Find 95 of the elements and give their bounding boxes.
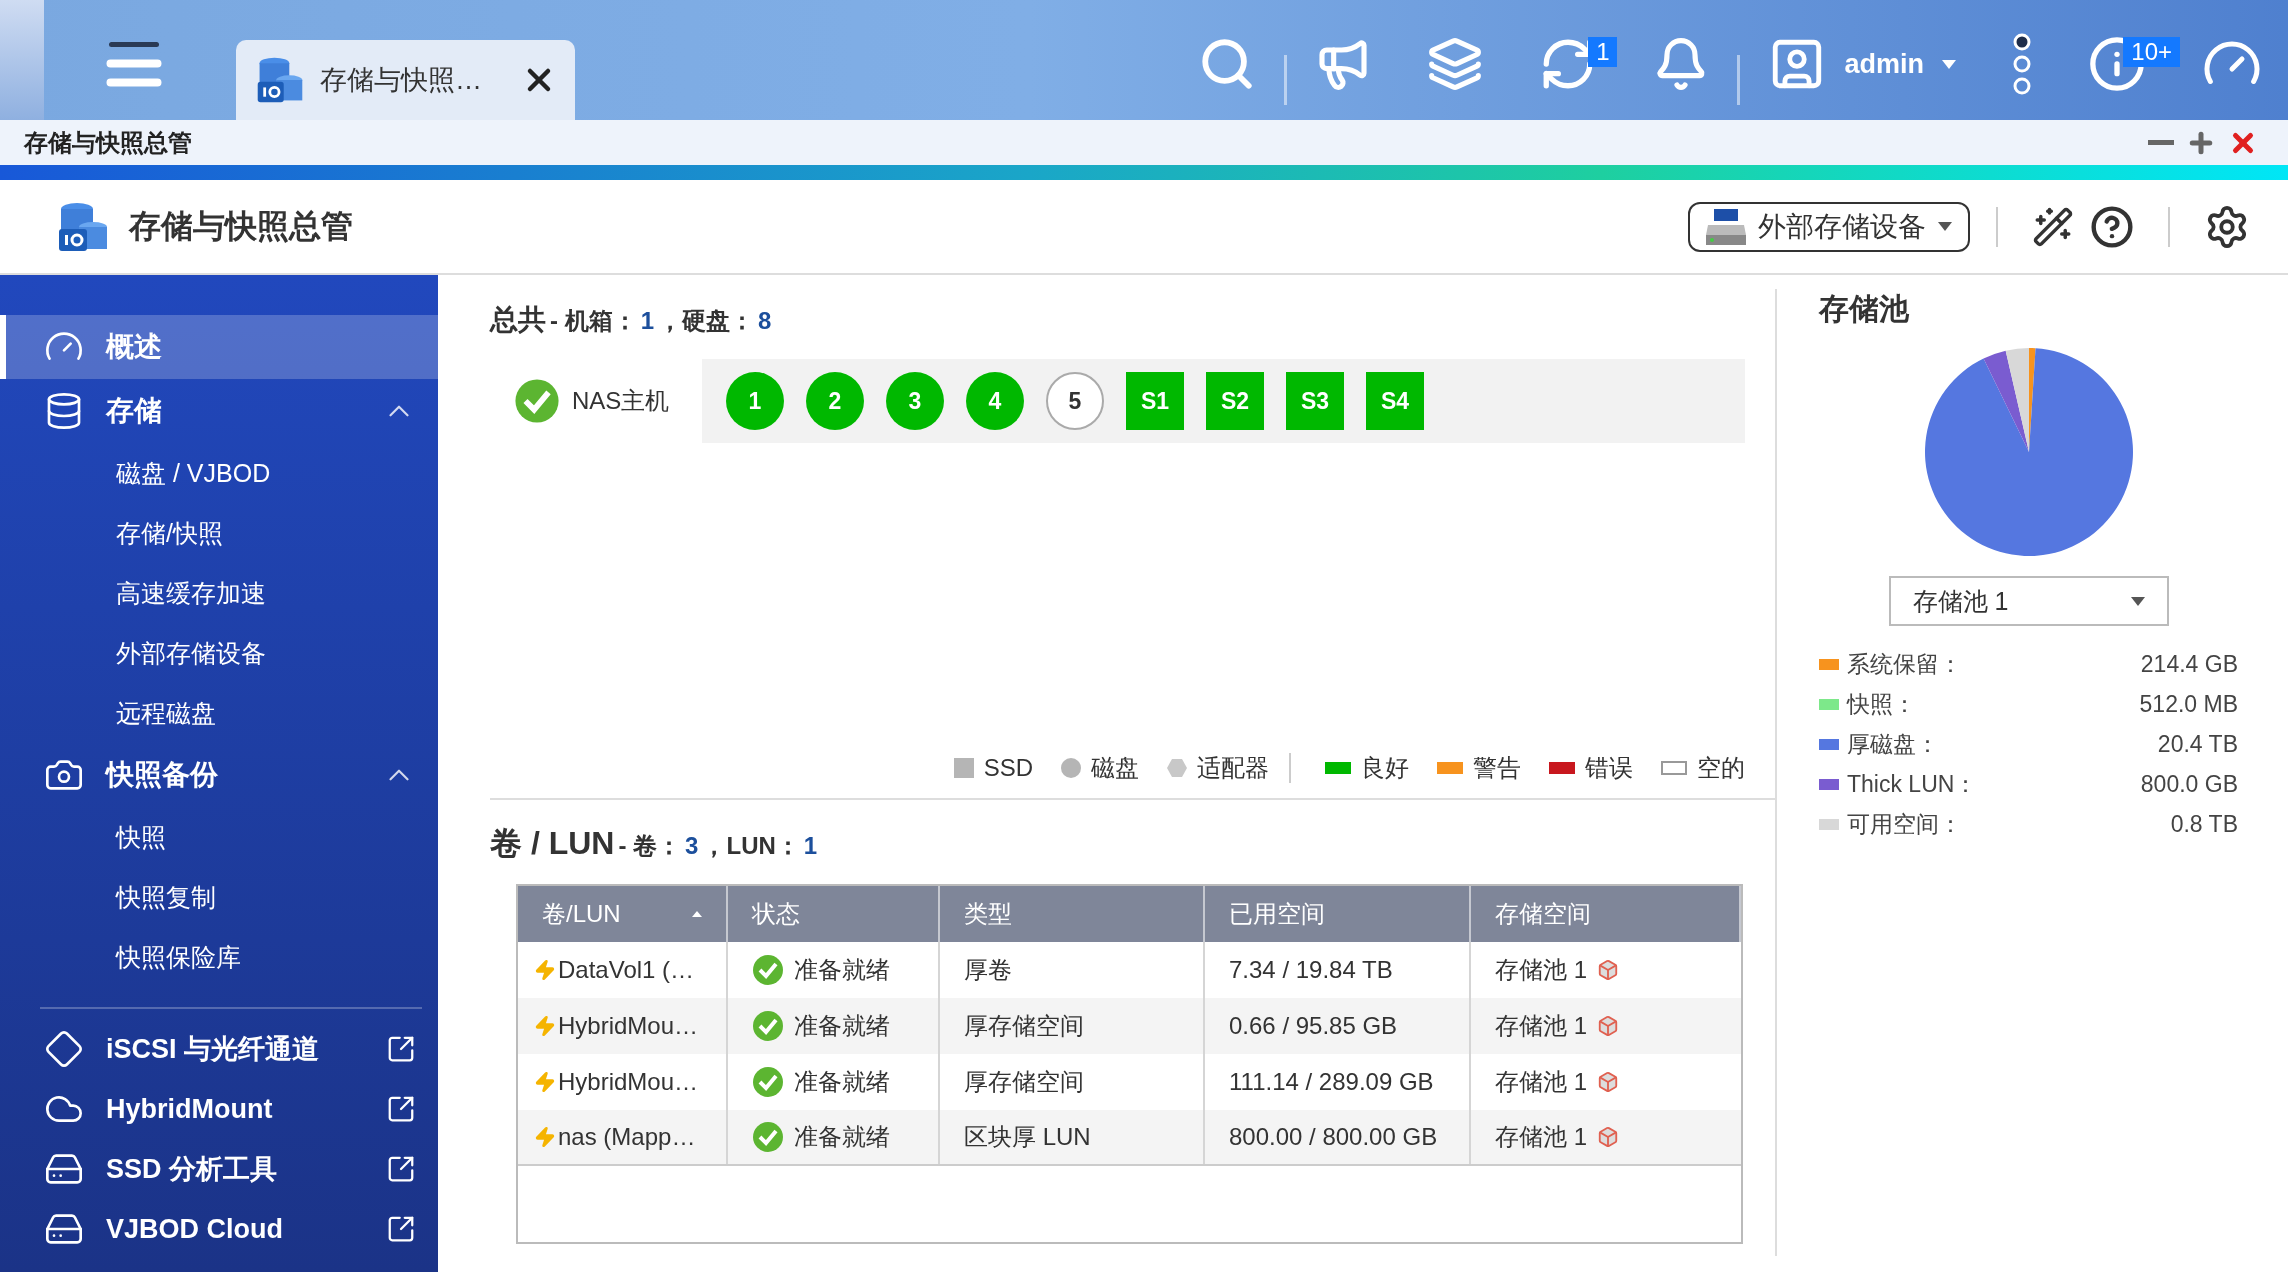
- table-cell: 800.00 / 800.00 GB: [1205, 1110, 1471, 1164]
- window-title: 存储与快照总管: [24, 127, 193, 158]
- table-cell: 区块厚 LUN: [940, 1110, 1205, 1164]
- sidebar-subitem[interactable]: 存储/快照: [0, 503, 438, 563]
- tool-icon: [44, 1029, 84, 1069]
- sidebar-subitem[interactable]: 磁盘 / VJBOD: [0, 443, 438, 503]
- app-tab[interactable]: 存储与快照…: [236, 40, 575, 120]
- lightning-icon: [534, 959, 556, 981]
- disk-slot[interactable]: 5: [1046, 372, 1104, 430]
- help-icon: [2090, 204, 2134, 249]
- legend-value: 0.8 TB: [2170, 810, 2238, 838]
- adapter-legend-icon: [1167, 758, 1187, 778]
- legend-label: 警告: [1473, 753, 1521, 783]
- host-label: NAS主机: [572, 386, 670, 416]
- minimize-icon: [2148, 140, 2174, 145]
- legend-value: 512.0 MB: [2139, 690, 2238, 718]
- layers-icon: [1427, 36, 1484, 92]
- lightning-icon: [534, 1015, 556, 1037]
- caret-icon: [2130, 596, 2145, 606]
- count-value: 1: [803, 832, 818, 860]
- check-icon: [752, 1121, 784, 1153]
- cube-icon: [1597, 959, 1619, 981]
- legend-label: 可用空间：: [1847, 809, 1963, 839]
- wizard-button[interactable]: [2032, 205, 2074, 248]
- cube-icon: [1597, 1015, 1619, 1037]
- table-cell: nas (Mapp…: [518, 1110, 728, 1164]
- sidebar-tool-link[interactable]: HybridMount: [0, 1079, 438, 1139]
- legend-label: SSD: [983, 754, 1033, 782]
- section-title: 总共: [490, 303, 546, 337]
- empty-swatch: [1661, 761, 1687, 775]
- panel-title: 存储池: [1819, 291, 1910, 327]
- wand-icon: [2032, 205, 2074, 248]
- lightning-icon: [534, 1126, 556, 1148]
- count-label: ，硬盘：: [658, 306, 755, 336]
- section-title: 卷 / LUN: [490, 824, 615, 863]
- count-label: ，LUN：: [702, 831, 800, 861]
- external-link-icon: [386, 1094, 416, 1124]
- check-icon: [752, 1010, 784, 1042]
- cube-icon: [1597, 1071, 1619, 1093]
- notification-badge: 1: [1588, 37, 1618, 67]
- more-icon: [2012, 33, 2032, 95]
- table-cell: 准备就绪: [728, 1110, 940, 1164]
- check-icon: [752, 1066, 784, 1098]
- table-cell: 存储池 1: [1471, 998, 1741, 1054]
- external-link-icon: [386, 1154, 416, 1184]
- notification-badge: 10+: [2123, 37, 2180, 67]
- table-cell: 存储池 1: [1471, 1054, 1741, 1110]
- sidebar-tool-link[interactable]: iSCSI 与光纤通道: [0, 1019, 438, 1079]
- caret-icon: [1942, 59, 1956, 69]
- disk-legend-icon: [1061, 758, 1081, 778]
- count-label: - 机箱：: [550, 306, 637, 336]
- external-link-icon: [386, 1214, 416, 1244]
- legend-label: 错误: [1585, 753, 1633, 783]
- count-value: 3: [685, 832, 699, 860]
- cube-icon: [1597, 1126, 1619, 1148]
- count-label: - 卷：: [618, 831, 682, 861]
- legend-value: 800.0 GB: [2140, 770, 2238, 798]
- legend-label: 系统保留：: [1847, 649, 1963, 679]
- sidebar-item[interactable]: 存储: [0, 379, 438, 443]
- sidebar-subitem[interactable]: 高速缓存加速: [0, 563, 438, 623]
- sidebar-tool-link[interactable]: VJBOD Cloud: [0, 1199, 438, 1259]
- legend-label: 适配器: [1197, 753, 1269, 783]
- sidebar-subitem[interactable]: 外部存储设备: [0, 623, 438, 683]
- lightning-icon: [534, 1071, 556, 1093]
- count-value: 1: [640, 307, 655, 335]
- sidebar-item[interactable]: 概述: [0, 315, 438, 379]
- help-button[interactable]: [2090, 204, 2134, 249]
- external-storage-dropdown[interactable]: 外部存储设备: [1688, 201, 1970, 252]
- legend-value: 214.4 GB: [2140, 650, 2238, 678]
- legend-label: 空的: [1697, 753, 1745, 783]
- legend-value: 20.4 TB: [2157, 730, 2238, 758]
- legend-label: 磁盘: [1091, 753, 1139, 783]
- sidebar-subitem[interactable]: 快照复制: [0, 867, 438, 927]
- count-value: 8: [758, 307, 772, 335]
- pool-select[interactable]: 存储池 1: [1888, 576, 2169, 626]
- legend-label: 良好: [1361, 753, 1409, 783]
- legend-label: 厚磁盘：: [1847, 729, 1940, 759]
- check-icon: [752, 954, 784, 986]
- sidebar-subitem[interactable]: 快照保险库: [0, 927, 438, 987]
- table-cell: 存储池 1: [1471, 942, 1741, 998]
- legend-label: Thick LUN：: [1847, 769, 1979, 799]
- ssd-legend-icon: [953, 758, 974, 778]
- external-link-icon: [386, 1034, 416, 1064]
- sort-icon: [692, 911, 702, 917]
- stack-button[interactable]: [1427, 36, 1484, 92]
- sidebar-subitem[interactable]: 远程磁盘: [0, 683, 438, 743]
- sidebar-item[interactable]: 快照备份: [0, 743, 438, 807]
- raid-drive-icon: [1706, 208, 1746, 245]
- app-title: 存储与快照总管: [129, 206, 354, 246]
- caret-icon: [1938, 222, 1952, 231]
- sidebar-subitem[interactable]: 快照: [0, 807, 438, 867]
- legend-label: 快照：: [1847, 689, 1917, 719]
- table-cell: 存储池 1: [1471, 1110, 1741, 1164]
- more-button[interactable]: [2012, 33, 2032, 95]
- sidebar-tool-link[interactable]: SSD 分析工具: [0, 1139, 438, 1199]
